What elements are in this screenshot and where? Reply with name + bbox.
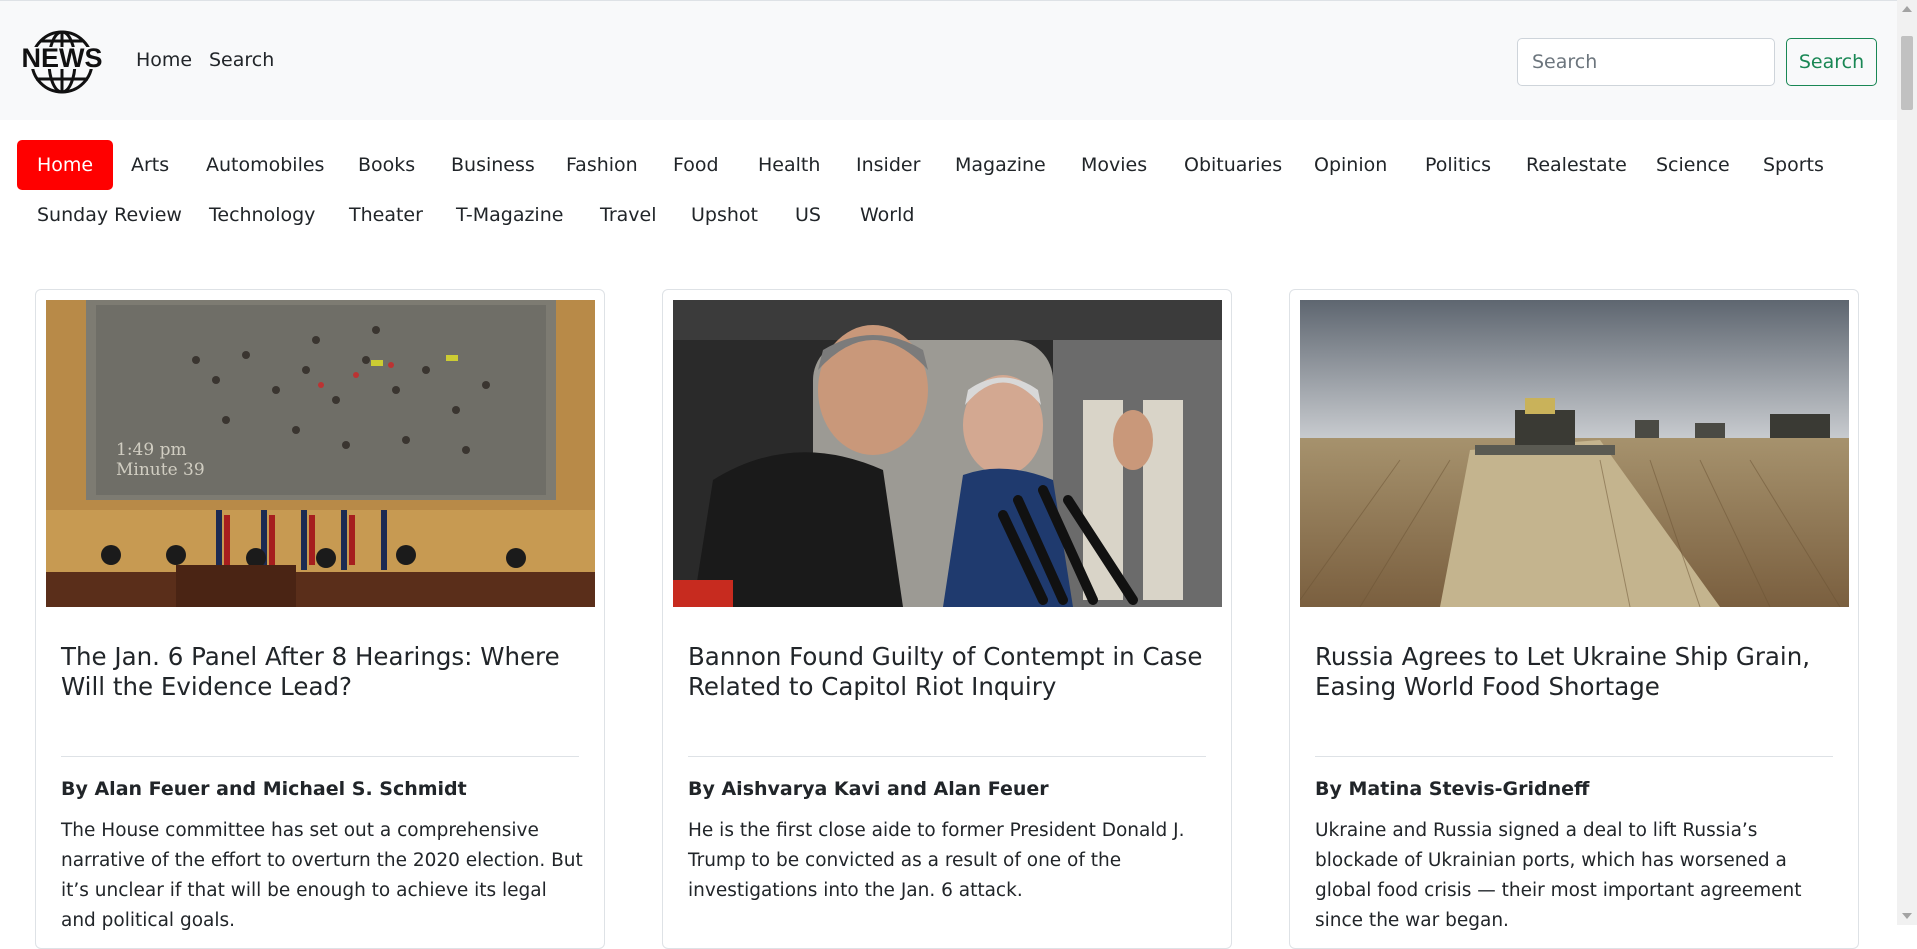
article-title[interactable]: Bannon Found Guilty of Contempt in Case … — [688, 642, 1213, 702]
logo-text: NEWS — [22, 43, 103, 73]
category-obituaries[interactable]: Obituaries — [1164, 140, 1302, 190]
card-divider — [688, 756, 1206, 757]
article-card[interactable]: Bannon Found Guilty of Contempt in Case … — [662, 289, 1232, 949]
category-arts[interactable]: Arts — [111, 140, 189, 190]
category-opinion[interactable]: Opinion — [1294, 140, 1407, 190]
category-upshot[interactable]: Upshot — [671, 190, 778, 240]
search-input[interactable] — [1517, 38, 1775, 86]
category-t-magazine[interactable]: T-Magazine — [436, 190, 583, 240]
category-travel[interactable]: Travel — [580, 190, 676, 240]
category-sports[interactable]: Sports — [1743, 140, 1844, 190]
search-button[interactable]: Search — [1786, 38, 1877, 86]
category-realestate[interactable]: Realestate — [1506, 140, 1647, 190]
svg-text:Minute 39: Minute 39 — [116, 460, 205, 480]
news-logo[interactable]: NEWS — [16, 29, 108, 95]
category-automobiles[interactable]: Automobiles — [186, 140, 344, 190]
category-food[interactable]: Food — [653, 140, 739, 190]
svg-text:1:49 pm: 1:49 pm — [116, 440, 187, 460]
category-technology[interactable]: Technology — [189, 190, 335, 240]
category-politics[interactable]: Politics — [1405, 140, 1511, 190]
article-byline: By Alan Feuer and Michael S. Schmidt — [61, 778, 467, 800]
category-insider[interactable]: Insider — [836, 140, 940, 190]
scroll-up-icon[interactable] — [1902, 6, 1912, 12]
article-image[interactable] — [673, 300, 1222, 607]
category-movies[interactable]: Movies — [1061, 140, 1167, 190]
card-divider — [61, 756, 579, 757]
category-books[interactable]: Books — [338, 140, 435, 190]
article-image[interactable]: 1:49 pm Minute 39 — [46, 300, 595, 607]
article-byline: By Matina Stevis-Gridneff — [1315, 778, 1590, 800]
card-divider — [1315, 756, 1833, 757]
category-fashion[interactable]: Fashion — [546, 140, 658, 190]
category-business[interactable]: Business — [431, 140, 555, 190]
category-magazine[interactable]: Magazine — [935, 140, 1066, 190]
article-byline: By Aishvarya Kavi and Alan Feuer — [688, 778, 1049, 800]
scroll-down-icon[interactable] — [1902, 913, 1912, 919]
article-abstract: Ukraine and Russia signed a deal to lift… — [1315, 820, 1802, 931]
category-sunday-review[interactable]: Sunday Review — [17, 190, 202, 240]
article-image[interactable] — [1300, 300, 1849, 607]
nav-search-link[interactable]: Search — [209, 49, 274, 71]
top-navbar: NEWS Home Search Search — [0, 0, 1897, 120]
category-health[interactable]: Health — [738, 140, 840, 190]
category-world[interactable]: World — [840, 190, 934, 240]
nav-home-link[interactable]: Home — [136, 49, 192, 71]
category-us[interactable]: US — [775, 190, 841, 240]
category-home[interactable]: Home — [17, 140, 114, 190]
article-title[interactable]: Russia Agrees to Let Ukraine Ship Grain,… — [1315, 642, 1840, 702]
vertical-scrollbar[interactable] — [1897, 0, 1917, 925]
article-title[interactable]: The Jan. 6 Panel After 8 Hearings: Where… — [61, 642, 586, 702]
category-theater[interactable]: Theater — [329, 190, 443, 240]
article-card[interactable]: Russia Agrees to Let Ukraine Ship Grain,… — [1289, 289, 1859, 949]
article-abstract: The House committee has set out a compre… — [61, 820, 583, 931]
article-abstract: He is the first close aide to former Pre… — [688, 820, 1185, 901]
article-card[interactable]: 1:49 pm Minute 39 The Jan. 6 Panel After… — [35, 289, 605, 949]
category-science[interactable]: Science — [1636, 140, 1750, 190]
scroll-thumb[interactable] — [1901, 36, 1913, 110]
